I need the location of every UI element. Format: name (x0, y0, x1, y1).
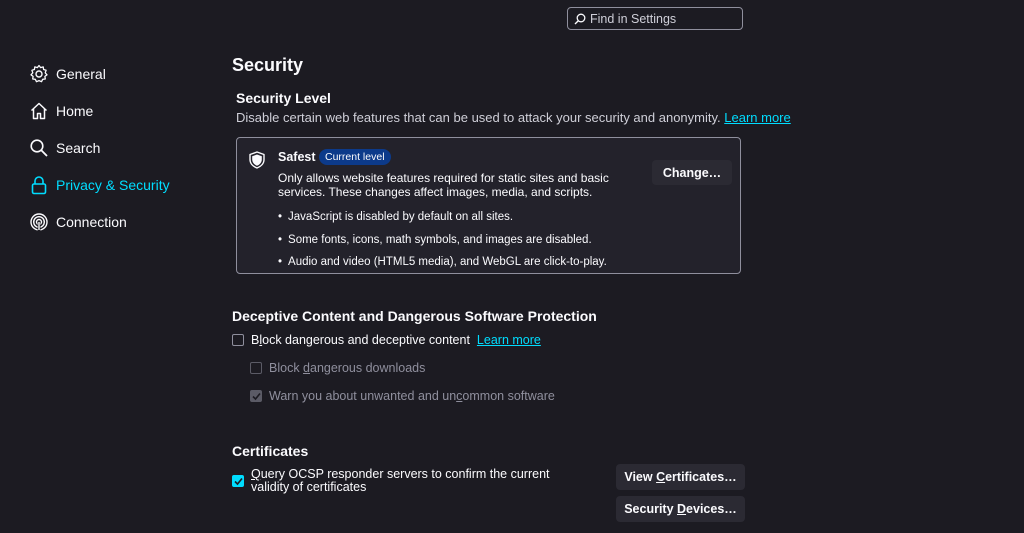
sidebar-item-privacy-security[interactable]: Privacy & Security (29, 166, 170, 203)
security-level-description-text: Disable certain web features that can be… (236, 110, 721, 125)
security-level-bullets: JavaScript is disabled by default on all… (278, 206, 607, 274)
security-level-card-description: Only allows website features required fo… (278, 171, 609, 199)
bullet-item: Audio and video (HTML5 media), and WebGL… (278, 251, 607, 274)
bullet-item: Some fonts, icons, math symbols, and ima… (278, 229, 607, 252)
shield-icon (249, 151, 265, 169)
sidebar-item-home[interactable]: Home (29, 92, 170, 129)
block-dangerous-label[interactable]: Block dangerous and deceptive content (251, 333, 470, 347)
block-downloads-label[interactable]: Block dangerous downloads (269, 361, 425, 375)
sidebar-item-label: Connection (56, 213, 127, 230)
connection-icon (29, 212, 49, 232)
security-level-card: Safest Current level Only allows website… (236, 137, 741, 274)
security-devices-button[interactable]: Security Devices… (616, 496, 745, 522)
security-level-description: Disable certain web features that can be… (236, 110, 791, 125)
change-button[interactable]: Change… (652, 160, 732, 185)
sidebar-item-label: Home (56, 102, 94, 119)
block-downloads-row: Block dangerous downloads (250, 361, 425, 375)
block-dangerous-row: Block dangerous and deceptive content Le… (232, 333, 541, 347)
warn-unwanted-label[interactable]: Warn you about unwanted and uncommon sof… (269, 389, 555, 403)
sidebar-item-label: Privacy & Security (56, 176, 170, 193)
security-level-name: Safest (278, 150, 316, 164)
gear-icon (29, 64, 49, 84)
security-level-heading: Security Level (236, 90, 331, 106)
page-title: Security (232, 55, 304, 75)
sidebar-nav: General Home Search Privacy & Security C… (29, 55, 170, 240)
block-dangerous-checkbox[interactable] (232, 334, 244, 346)
search-input[interactable] (590, 11, 740, 26)
checkmark-icon (251, 392, 261, 400)
ocsp-checkbox[interactable] (232, 475, 244, 487)
sidebar-item-general[interactable]: General (29, 55, 170, 92)
certificates-heading: Certificates (232, 443, 309, 459)
current-level-badge: Current level (319, 149, 391, 165)
search-icon (29, 138, 49, 158)
block-downloads-checkbox[interactable] (250, 362, 262, 374)
sidebar-item-search[interactable]: Search (29, 129, 170, 166)
sidebar-item-connection[interactable]: Connection (29, 203, 170, 240)
deceptive-content-heading: Deceptive Content and Dangerous Software… (232, 308, 597, 324)
view-certificates-button[interactable]: View Certificates… (616, 464, 745, 490)
learn-more-link[interactable]: Learn more (477, 333, 541, 347)
sidebar-item-label: General (56, 65, 106, 82)
ocsp-label[interactable]: Query OCSP responder servers to confirm … (251, 468, 591, 494)
find-in-settings[interactable] (567, 7, 743, 30)
bullet-item: JavaScript is disabled by default on all… (278, 206, 607, 229)
warn-unwanted-checkbox[interactable] (250, 390, 262, 402)
ocsp-row: Query OCSP responder servers to confirm … (232, 468, 591, 494)
home-icon (29, 101, 49, 121)
search-icon (574, 13, 586, 24)
sidebar-item-label: Search (56, 139, 101, 156)
lock-icon (29, 175, 49, 195)
checkmark-icon (233, 477, 243, 485)
warn-unwanted-row: Warn you about unwanted and uncommon sof… (250, 389, 555, 403)
learn-more-link[interactable]: Learn more (724, 110, 790, 125)
